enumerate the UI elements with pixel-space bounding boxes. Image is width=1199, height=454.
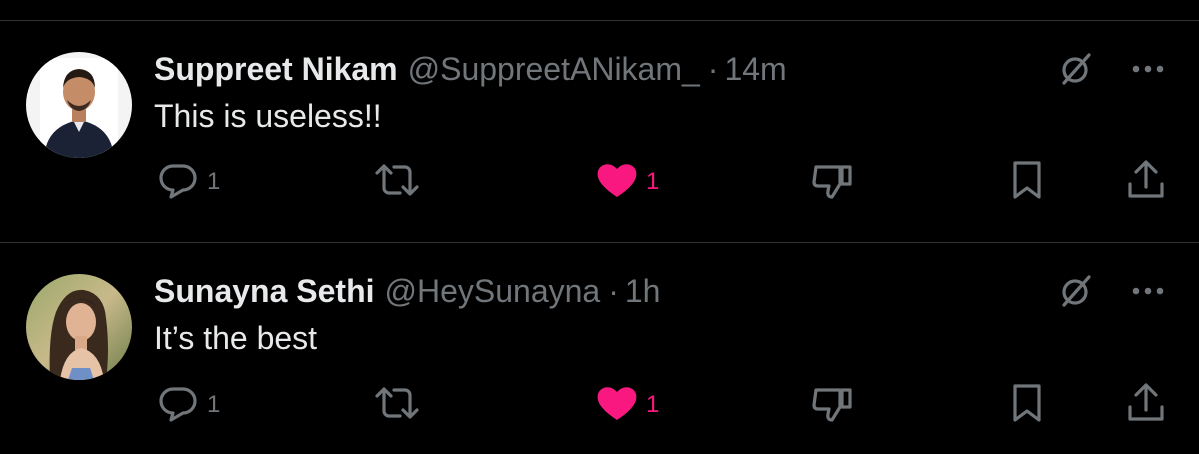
dislike-icon bbox=[808, 158, 856, 207]
share-button[interactable] bbox=[1124, 380, 1168, 430]
avatar[interactable] bbox=[26, 274, 132, 380]
user-handle[interactable]: @SuppreetANikam_ bbox=[408, 51, 700, 87]
like-icon bbox=[594, 158, 640, 207]
separator-dot: · bbox=[608, 273, 619, 309]
share-icon bbox=[1124, 158, 1168, 207]
separator-dot: · bbox=[707, 51, 719, 87]
grok-icon[interactable] bbox=[1054, 47, 1098, 91]
action-bar: 1 1 bbox=[0, 380, 1199, 430]
reply-header: Suppreet Nikam @SuppreetANikam_ · 14m bbox=[154, 49, 787, 89]
share-icon bbox=[1124, 381, 1168, 430]
timestamp[interactable]: 1h bbox=[625, 273, 661, 309]
action-bar: 1 1 bbox=[0, 157, 1199, 207]
bookmark-button[interactable] bbox=[1007, 380, 1047, 430]
bookmark-icon bbox=[1007, 158, 1047, 207]
avatar[interactable] bbox=[26, 52, 132, 158]
reply-icon bbox=[157, 158, 201, 207]
reply-button[interactable]: 1 bbox=[157, 157, 220, 207]
bookmark-button[interactable] bbox=[1007, 157, 1047, 207]
like-button[interactable]: 1 bbox=[594, 157, 659, 207]
dislike-icon bbox=[808, 381, 856, 430]
like-button[interactable]: 1 bbox=[594, 380, 659, 430]
repost-button[interactable] bbox=[372, 380, 422, 430]
reply-text: It’s the best bbox=[154, 320, 318, 356]
like-icon bbox=[594, 381, 640, 430]
display-name[interactable]: Sunayna Sethi bbox=[154, 273, 375, 309]
more-icon[interactable] bbox=[1126, 47, 1170, 91]
repost-icon bbox=[372, 158, 422, 207]
timestamp[interactable]: 14m bbox=[724, 51, 786, 87]
reply-feed: Suppreet Nikam @SuppreetANikam_ · 14m This … bbox=[0, 0, 1199, 454]
reply-button[interactable]: 1 bbox=[157, 380, 220, 430]
reply-icon bbox=[157, 381, 201, 430]
reply-header: Sunayna Sethi @HeySunayna · 1h bbox=[154, 271, 660, 311]
grok-icon[interactable] bbox=[1054, 269, 1098, 313]
reply-count: 1 bbox=[207, 168, 221, 195]
display-name[interactable]: Suppreet Nikam bbox=[154, 51, 398, 87]
reply-count: 1 bbox=[207, 391, 221, 418]
like-count: 1 bbox=[646, 168, 660, 195]
dislike-button[interactable] bbox=[808, 380, 856, 430]
user-handle[interactable]: @HeySunayna bbox=[385, 273, 601, 309]
dislike-button[interactable] bbox=[808, 157, 856, 207]
reply-item[interactable]: Sunayna Sethi @HeySunayna · 1h It’s the bes… bbox=[0, 243, 1199, 454]
reply-item[interactable]: Suppreet Nikam @SuppreetANikam_ · 14m This … bbox=[0, 21, 1199, 241]
reply-text: This is useless!! bbox=[154, 98, 382, 134]
share-button[interactable] bbox=[1124, 157, 1168, 207]
like-count: 1 bbox=[646, 391, 660, 418]
more-icon[interactable] bbox=[1126, 269, 1170, 313]
repost-button[interactable] bbox=[372, 157, 422, 207]
repost-icon bbox=[372, 381, 422, 430]
bookmark-icon bbox=[1007, 381, 1047, 430]
